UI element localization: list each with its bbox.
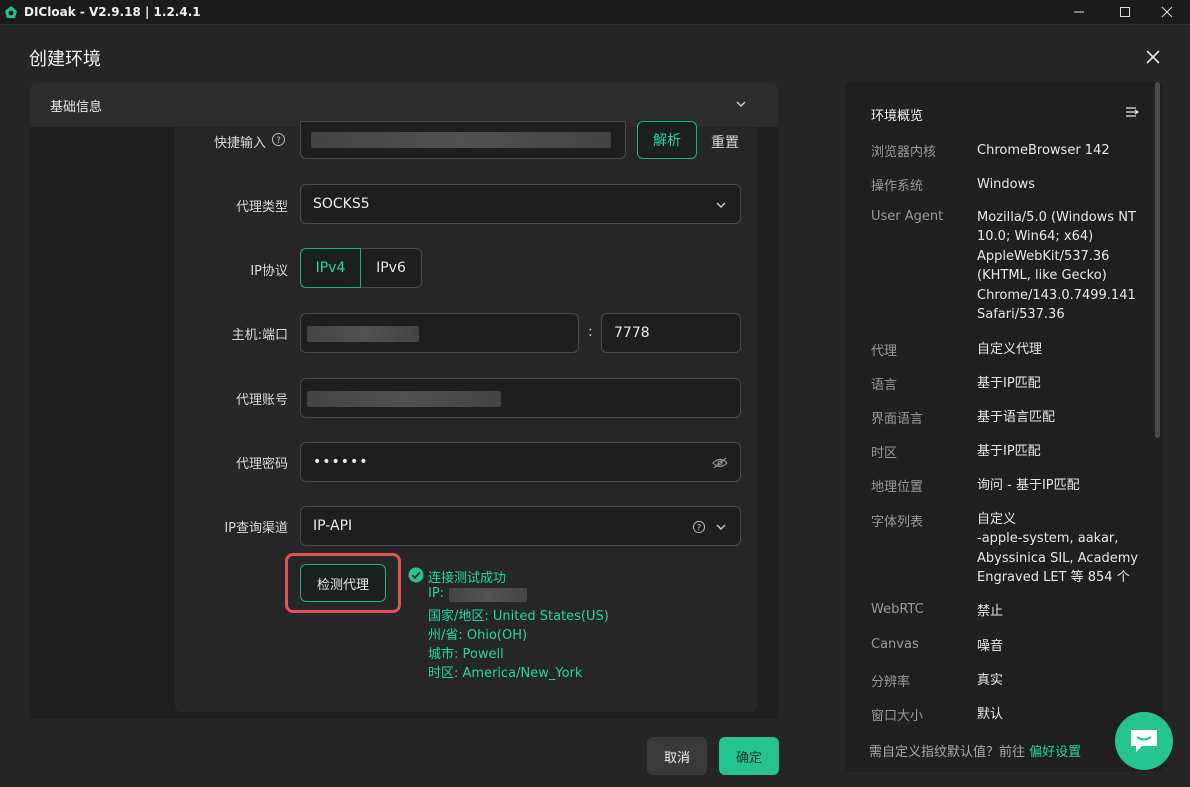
overview-value: 自定义 -apple-system, aakar, Abyssinica SIL… bbox=[977, 512, 1139, 586]
result-ip-label: IP: bbox=[428, 586, 445, 601]
overview-key: 时区 bbox=[871, 446, 898, 461]
overview-title: 环境概览 bbox=[871, 109, 924, 124]
overview-value: 基于IP匹配 bbox=[977, 444, 1041, 459]
test-success-title: 连接测试成功 bbox=[428, 571, 507, 586]
overview-value: Windows bbox=[977, 177, 1036, 192]
proxy-type-value: SOCKS5 bbox=[313, 196, 370, 212]
ip-channel-value: IP-API bbox=[313, 518, 353, 534]
result-timezone: 时区: America/New_York bbox=[428, 666, 583, 681]
check-circle-icon bbox=[408, 567, 424, 583]
environment-overview-panel: 环境概览 浏览器内核 ChromeBrowser 142 操作系统 Window… bbox=[845, 82, 1163, 772]
ip-channel-label: IP查询渠道 bbox=[224, 521, 288, 536]
overview-value: 真实 bbox=[977, 673, 1004, 688]
chevron-down-icon bbox=[716, 202, 726, 208]
svg-text:?: ? bbox=[697, 522, 701, 532]
help-icon[interactable]: ? bbox=[692, 520, 706, 534]
redacted-text bbox=[307, 391, 501, 407]
check-proxy-button[interactable]: 检测代理 bbox=[300, 564, 386, 602]
overview-key: 界面语言 bbox=[871, 412, 924, 427]
reset-link[interactable]: 重置 bbox=[711, 132, 739, 152]
overview-value: 询问 - 基于IP匹配 bbox=[977, 478, 1080, 493]
overview-value: 噪音 bbox=[977, 639, 1004, 654]
result-country: 国家/地区: United States(US) bbox=[428, 609, 609, 624]
redacted-ip bbox=[449, 588, 527, 602]
host-port-label: 主机:端口 bbox=[231, 328, 288, 343]
redacted-text bbox=[307, 326, 419, 342]
proxy-password-input[interactable]: •••••• bbox=[300, 442, 741, 482]
preferences-link[interactable]: 偏好设置 bbox=[1029, 745, 1081, 760]
ipv4-option[interactable]: IPv4 bbox=[300, 248, 361, 288]
overview-value: 基于语言匹配 bbox=[977, 410, 1056, 425]
window-title: DICloak - V2.9.18 | 1.2.4.1 bbox=[24, 5, 201, 19]
overview-footer: 需自定义指纹默认值？前往 偏好设置 bbox=[869, 741, 1081, 760]
overview-value: ChromeBrowser 142 bbox=[977, 143, 1110, 158]
maximize-button[interactable] bbox=[1102, 0, 1148, 24]
port-separator: : bbox=[588, 324, 593, 340]
result-city: 城市: Powell bbox=[428, 647, 504, 662]
close-icon bbox=[1161, 6, 1173, 18]
minimize-icon bbox=[1074, 11, 1084, 13]
window-titlebar: DICloak - V2.9.18 | 1.2.4.1 bbox=[0, 0, 1190, 24]
ip-channel-select[interactable]: IP-API ? bbox=[300, 506, 741, 546]
port-value: 7778 bbox=[614, 325, 650, 341]
minimize-button[interactable] bbox=[1056, 0, 1102, 24]
window-close-button[interactable] bbox=[1144, 0, 1190, 24]
overview-key: 浏览器内核 bbox=[871, 145, 937, 160]
result-state: 州/省: Ohio(OH) bbox=[428, 628, 528, 643]
overview-value: Mozilla/5.0 (Windows NT 10.0; Win64; x64… bbox=[977, 210, 1136, 323]
chevron-down-icon bbox=[736, 101, 746, 107]
host-input[interactable] bbox=[300, 313, 579, 353]
proxy-account-label: 代理账号 bbox=[235, 393, 288, 408]
port-input[interactable]: 7778 bbox=[601, 313, 741, 353]
overview-key: WebRTC bbox=[871, 602, 924, 617]
right-scrollbar-thumb[interactable] bbox=[1155, 82, 1160, 438]
overview-footer-text: 需自定义指纹默认值？前往 bbox=[869, 745, 1026, 760]
ipv6-option[interactable]: IPv6 bbox=[361, 248, 422, 288]
overview-value: 禁止 bbox=[977, 604, 1004, 619]
confirm-button[interactable]: 确定 bbox=[719, 737, 779, 775]
dialog-title: 创建环境 bbox=[29, 49, 101, 70]
quick-input-label: 快捷输入 bbox=[213, 136, 266, 151]
support-chat-button[interactable] bbox=[1115, 712, 1173, 770]
basic-info-panel: 基础信息 快捷输入 ? 解析 重置 代理类型 SOCKS5 IP协议 IPv4 … bbox=[30, 83, 778, 719]
parse-button[interactable]: 解析 bbox=[637, 121, 697, 159]
chat-icon bbox=[1131, 730, 1157, 752]
overview-key: Canvas bbox=[871, 637, 919, 652]
app-logo-icon bbox=[5, 6, 17, 18]
overview-key: 窗口大小 bbox=[871, 709, 924, 724]
overview-key: User Agent bbox=[871, 209, 944, 224]
redacted-text bbox=[311, 132, 611, 148]
ip-protocol-label: IP协议 bbox=[250, 264, 288, 279]
quick-input-field[interactable] bbox=[300, 121, 626, 159]
svg-text:?: ? bbox=[276, 136, 281, 146]
section-title: 基础信息 bbox=[50, 99, 103, 115]
overview-value: 自定义代理 bbox=[977, 342, 1043, 357]
overview-key: 操作系统 bbox=[871, 179, 924, 194]
overview-key: 分辨率 bbox=[871, 675, 911, 690]
chevron-down-icon bbox=[716, 524, 726, 530]
overview-key: 字体列表 bbox=[871, 515, 924, 530]
cancel-button[interactable]: 取消 bbox=[647, 737, 707, 775]
dialog-close-icon[interactable] bbox=[1141, 45, 1165, 69]
overview-value: 基于IP匹配 bbox=[977, 376, 1041, 391]
overview-key: 代理 bbox=[871, 344, 898, 359]
proxy-type-label: 代理类型 bbox=[235, 200, 288, 215]
overview-key: 语言 bbox=[871, 378, 898, 393]
help-icon[interactable]: ? bbox=[271, 132, 286, 147]
eye-off-icon[interactable] bbox=[712, 456, 728, 470]
collapse-panel-icon[interactable] bbox=[1125, 105, 1139, 119]
proxy-type-select[interactable]: SOCKS5 bbox=[300, 184, 741, 224]
overview-key: 地理位置 bbox=[871, 480, 924, 495]
proxy-account-input[interactable] bbox=[300, 378, 741, 418]
password-value: •••••• bbox=[313, 454, 369, 470]
proxy-password-label: 代理密码 bbox=[235, 457, 288, 472]
maximize-icon bbox=[1120, 7, 1130, 17]
